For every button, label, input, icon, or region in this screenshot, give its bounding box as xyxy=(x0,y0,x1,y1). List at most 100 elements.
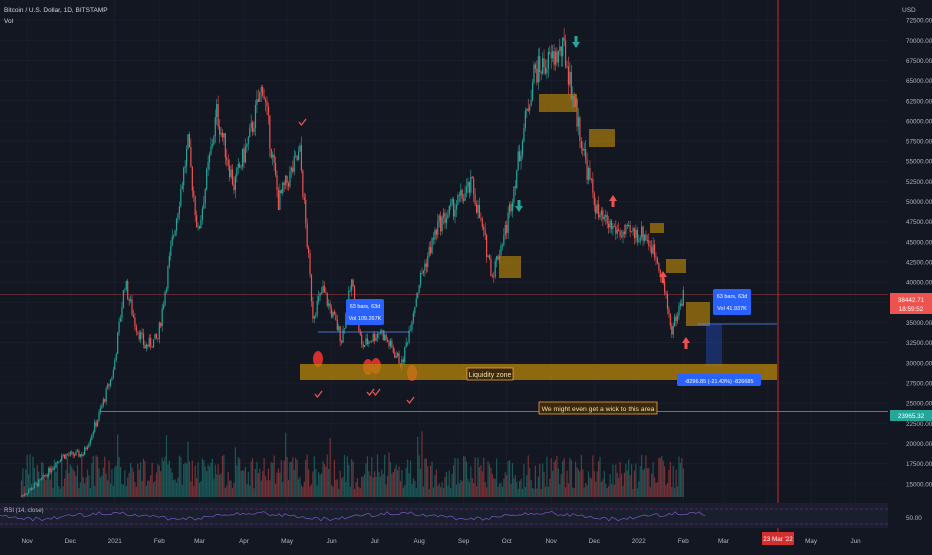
volume-bar xyxy=(478,467,481,497)
volume-bar xyxy=(89,487,91,497)
volume-bar xyxy=(188,461,191,497)
candle-body xyxy=(414,306,416,313)
time-tick-label: 2021 xyxy=(108,538,123,545)
candle-body xyxy=(249,128,251,138)
candle-body xyxy=(615,226,617,234)
candle-body xyxy=(137,331,139,333)
candle-body xyxy=(384,334,386,341)
volume-bar xyxy=(155,472,158,497)
volume-bar xyxy=(81,457,83,497)
candle-body xyxy=(409,330,412,331)
price-chart[interactable]: 72500.00 70000.00 67500.00 65000.00 62500.00… xyxy=(0,0,932,550)
volume-bar xyxy=(229,480,231,497)
volume-bar xyxy=(418,455,420,497)
volume-bar xyxy=(121,483,123,497)
candle-body xyxy=(224,133,226,158)
candle-body xyxy=(263,95,265,100)
volume-bar xyxy=(98,468,100,497)
candle-body xyxy=(158,322,160,339)
candle-body xyxy=(85,447,87,450)
time-tick-label: Jun xyxy=(850,538,861,545)
volume-bar xyxy=(526,475,528,497)
volume-bar xyxy=(540,488,542,497)
time-tick-label: Aug xyxy=(414,538,426,545)
candle-body xyxy=(365,338,367,346)
volume-bar xyxy=(117,434,119,497)
candle-body xyxy=(303,196,305,200)
candle-body xyxy=(240,166,242,168)
candle-body xyxy=(188,134,191,147)
volume-bar xyxy=(302,486,304,497)
volume-bar xyxy=(552,470,554,497)
candle-body xyxy=(196,215,198,227)
candle-body xyxy=(96,420,99,427)
volume-bar xyxy=(56,461,58,497)
candle-body xyxy=(378,333,380,335)
volume-bar xyxy=(211,458,214,497)
candle-body xyxy=(563,37,565,41)
date-marker: 23 Mar '22 xyxy=(763,536,793,543)
candle-body xyxy=(440,215,442,232)
volume-bar xyxy=(587,471,590,497)
candle-body xyxy=(302,170,304,197)
candle-body xyxy=(442,212,445,218)
candle-body xyxy=(547,51,549,69)
volume-bar xyxy=(474,457,476,497)
volume-bar xyxy=(197,462,199,497)
volume-bar xyxy=(622,485,624,497)
candle-body xyxy=(389,340,392,347)
candle-body xyxy=(411,321,413,331)
candle-body xyxy=(671,325,673,335)
candle-body xyxy=(305,199,307,224)
volume-bar xyxy=(442,487,445,497)
candle-body xyxy=(519,151,521,162)
candle-body xyxy=(590,178,593,180)
price-tick-label: 72500.00 xyxy=(906,18,932,25)
candle-body xyxy=(190,146,192,167)
volume-bar xyxy=(283,460,285,497)
volume-bar xyxy=(460,479,462,497)
volume-bar xyxy=(237,456,239,497)
candle-body xyxy=(530,99,532,107)
candle-body xyxy=(493,275,495,277)
volume-bar xyxy=(430,465,432,497)
candle-body xyxy=(259,92,261,102)
candle-body xyxy=(665,292,667,295)
volume-bar xyxy=(163,461,165,497)
volume-bar xyxy=(164,456,166,497)
candle-body xyxy=(388,341,390,347)
candle-body xyxy=(168,255,170,267)
candle-body xyxy=(269,115,271,149)
candle-body xyxy=(217,104,219,127)
candle-body xyxy=(233,184,235,191)
candle-body xyxy=(208,154,211,163)
volume-bar xyxy=(388,452,390,497)
volume-bar xyxy=(536,488,538,497)
candle-body xyxy=(51,470,53,472)
volume-bar xyxy=(580,455,582,497)
candle-body xyxy=(160,322,162,327)
candle-body xyxy=(534,64,537,69)
volume-bar xyxy=(231,488,234,497)
volume-bar xyxy=(22,468,24,497)
candle-body xyxy=(226,157,228,160)
volume-bar xyxy=(194,465,196,497)
candle-body xyxy=(173,235,175,237)
candle-body xyxy=(514,186,516,188)
candle-body xyxy=(142,333,145,345)
volume-bar xyxy=(382,474,384,497)
candle-body xyxy=(229,165,231,178)
volume-bar xyxy=(497,486,499,497)
candle-body xyxy=(104,399,106,402)
volume-bar xyxy=(585,482,587,497)
candle-body xyxy=(286,175,288,184)
volume-bar xyxy=(498,483,501,497)
candle-body xyxy=(539,56,541,73)
candle-body xyxy=(391,340,393,348)
candle-body xyxy=(114,360,116,370)
volume-bar xyxy=(244,467,247,497)
candle-body xyxy=(241,148,244,167)
candle-body xyxy=(98,412,100,421)
volume-bar xyxy=(267,468,270,497)
volume-bar xyxy=(234,447,236,497)
